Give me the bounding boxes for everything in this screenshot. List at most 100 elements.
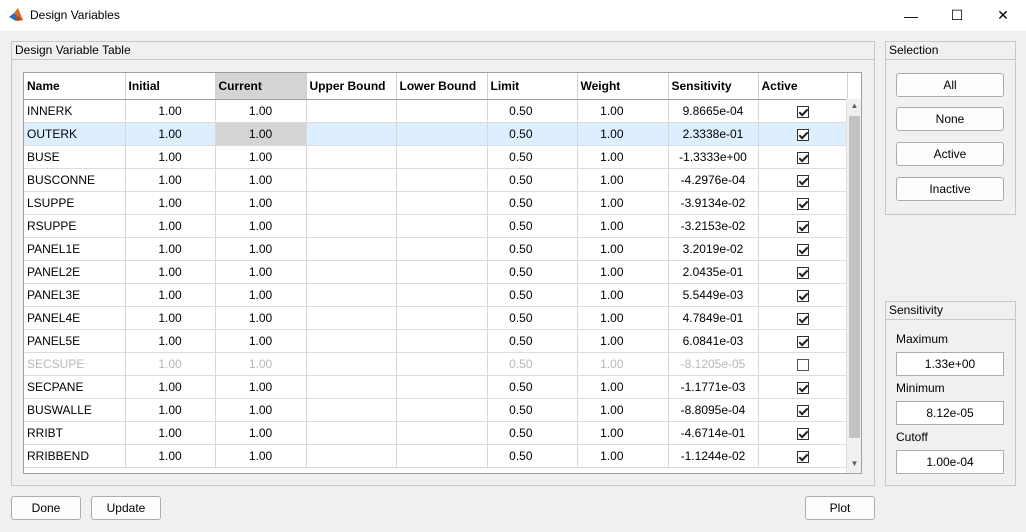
cell-limit[interactable]: 0.50	[487, 421, 578, 445]
cell-lower[interactable]	[396, 375, 488, 399]
column-header-lower-bound[interactable]: Lower Bound	[396, 73, 488, 100]
cell-weight[interactable]: 1.00	[577, 99, 669, 123]
table-row[interactable]: BUSE 1.00 1.00 0.50 1.00 -1.3333e+00	[24, 145, 848, 169]
cell-limit[interactable]: 0.50	[487, 260, 578, 284]
select-inactive-button[interactable]: Inactive	[896, 177, 1004, 201]
cell-limit[interactable]: 0.50	[487, 283, 578, 307]
table-row[interactable]: SECSUPE 1.00 1.00 0.50 1.00 -8.1205e-05	[24, 352, 848, 376]
cell-lower[interactable]	[396, 99, 488, 123]
cell-current[interactable]: 1.00	[215, 122, 307, 146]
cell-lower[interactable]	[396, 306, 488, 330]
cell-current[interactable]: 1.00	[215, 444, 307, 468]
cell-lower[interactable]	[396, 260, 488, 284]
cell-limit[interactable]: 0.50	[487, 214, 578, 238]
cell-current[interactable]: 1.00	[215, 214, 307, 238]
table-row[interactable]: BUSCONNE 1.00 1.00 0.50 1.00 -4.2976e-04	[24, 168, 848, 192]
cell-current[interactable]: 1.00	[215, 352, 307, 376]
column-header-initial[interactable]: Initial	[125, 73, 216, 100]
cell-upper[interactable]	[306, 168, 397, 192]
cell-current[interactable]: 1.00	[215, 398, 307, 422]
table-row[interactable]: RRIBT 1.00 1.00 0.50 1.00 -4.6714e-01	[24, 421, 848, 445]
cell-limit[interactable]: 0.50	[487, 122, 578, 146]
cell-current[interactable]: 1.00	[215, 329, 307, 353]
cell-lower[interactable]	[396, 214, 488, 238]
column-header-upper-bound[interactable]: Upper Bound	[306, 73, 397, 100]
cell-weight[interactable]: 1.00	[577, 237, 669, 261]
cell-limit[interactable]: 0.50	[487, 444, 578, 468]
cell-upper[interactable]	[306, 214, 397, 238]
cell-limit[interactable]: 0.50	[487, 168, 578, 192]
select-all-button[interactable]: All	[896, 73, 1004, 97]
active-checkbox[interactable]	[796, 220, 809, 233]
table-vertical-scrollbar[interactable]: ▲ ▼	[846, 99, 861, 473]
table-row[interactable]: PANEL2E 1.00 1.00 0.50 1.00 2.0435e-01	[24, 260, 848, 284]
cell-upper[interactable]	[306, 237, 397, 261]
cell-limit[interactable]: 0.50	[487, 191, 578, 215]
column-header-name[interactable]: Name	[24, 73, 126, 100]
cell-limit[interactable]: 0.50	[487, 329, 578, 353]
scrollbar-thumb[interactable]	[849, 116, 860, 438]
minimize-button[interactable]: —	[888, 0, 934, 31]
cell-lower[interactable]	[396, 329, 488, 353]
cell-weight[interactable]: 1.00	[577, 306, 669, 330]
cell-weight[interactable]: 1.00	[577, 214, 669, 238]
active-checkbox[interactable]	[796, 128, 809, 141]
cell-lower[interactable]	[396, 421, 488, 445]
update-button[interactable]: Update	[91, 496, 161, 520]
cell-upper[interactable]	[306, 99, 397, 123]
column-header-weight[interactable]: Weight	[577, 73, 669, 100]
table-row[interactable]: PANEL4E 1.00 1.00 0.50 1.00 4.7849e-01	[24, 306, 848, 330]
cell-weight[interactable]: 1.00	[577, 352, 669, 376]
table-row[interactable]: RRIBBEND 1.00 1.00 0.50 1.00 -1.1244e-02	[24, 444, 848, 468]
table-row[interactable]: INNERK 1.00 1.00 0.50 1.00 9.8665e-04	[24, 99, 848, 123]
cell-current[interactable]: 1.00	[215, 421, 307, 445]
table-row[interactable]: OUTERK 1.00 1.00 0.50 1.00 2.3338e-01	[24, 122, 848, 146]
cell-weight[interactable]: 1.00	[577, 329, 669, 353]
maximize-button[interactable]: ☐	[934, 0, 980, 31]
cell-lower[interactable]	[396, 122, 488, 146]
cell-lower[interactable]	[396, 398, 488, 422]
active-checkbox[interactable]	[796, 105, 809, 118]
cell-weight[interactable]: 1.00	[577, 168, 669, 192]
active-checkbox[interactable]	[796, 450, 809, 463]
active-checkbox[interactable]	[796, 174, 809, 187]
cell-upper[interactable]	[306, 398, 397, 422]
cell-limit[interactable]: 0.50	[487, 352, 578, 376]
active-checkbox[interactable]	[796, 289, 809, 302]
cell-weight[interactable]: 1.00	[577, 191, 669, 215]
select-none-button[interactable]: None	[896, 107, 1004, 131]
column-header-limit[interactable]: Limit	[487, 73, 578, 100]
active-checkbox[interactable]	[796, 404, 809, 417]
cell-weight[interactable]: 1.00	[577, 122, 669, 146]
active-checkbox[interactable]	[796, 266, 809, 279]
cell-current[interactable]: 1.00	[215, 260, 307, 284]
cell-upper[interactable]	[306, 283, 397, 307]
cell-current[interactable]: 1.00	[215, 191, 307, 215]
column-header-sensitivity[interactable]: Sensitivity	[668, 73, 759, 100]
active-checkbox[interactable]	[796, 312, 809, 325]
cell-upper[interactable]	[306, 352, 397, 376]
cell-upper[interactable]	[306, 444, 397, 468]
table-row[interactable]: PANEL5E 1.00 1.00 0.50 1.00 6.0841e-03	[24, 329, 848, 353]
cell-upper[interactable]	[306, 122, 397, 146]
select-active-button[interactable]: Active	[896, 142, 1004, 166]
column-header-current[interactable]: Current	[215, 73, 307, 100]
cell-upper[interactable]	[306, 421, 397, 445]
cell-weight[interactable]: 1.00	[577, 260, 669, 284]
active-checkbox[interactable]	[796, 197, 809, 210]
active-checkbox[interactable]	[796, 151, 809, 164]
cell-limit[interactable]: 0.50	[487, 237, 578, 261]
cell-upper[interactable]	[306, 329, 397, 353]
table-row[interactable]: LSUPPE 1.00 1.00 0.50 1.00 -3.9134e-02	[24, 191, 848, 215]
cell-upper[interactable]	[306, 145, 397, 169]
active-checkbox[interactable]	[796, 335, 809, 348]
close-button[interactable]: ✕	[980, 0, 1026, 31]
done-button[interactable]: Done	[11, 496, 81, 520]
scroll-down-arrow-icon[interactable]: ▼	[847, 457, 862, 471]
cell-upper[interactable]	[306, 306, 397, 330]
cell-lower[interactable]	[396, 168, 488, 192]
cell-lower[interactable]	[396, 283, 488, 307]
table-row[interactable]: SECPANE 1.00 1.00 0.50 1.00 -1.1771e-03	[24, 375, 848, 399]
active-checkbox[interactable]	[796, 381, 809, 394]
cell-upper[interactable]	[306, 375, 397, 399]
